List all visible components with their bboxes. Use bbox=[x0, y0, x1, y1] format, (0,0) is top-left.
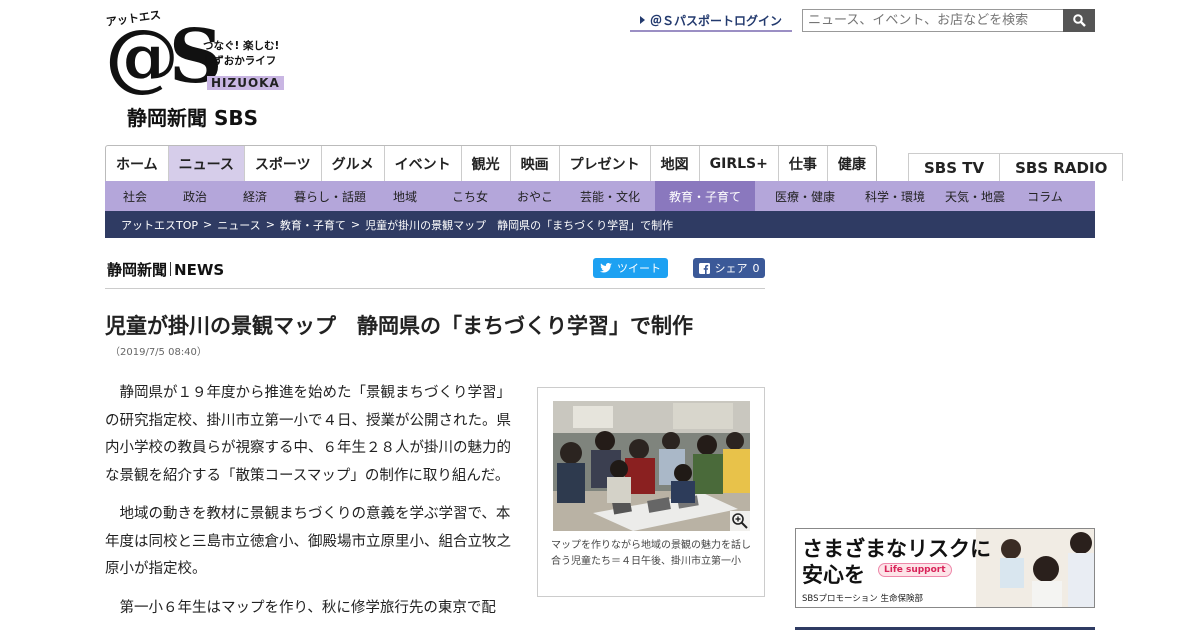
nav-tab[interactable]: ニュース bbox=[168, 146, 245, 181]
article-title: 児童が掛川の景観マップ 静岡県の「まちづくり学習」で制作 bbox=[105, 314, 693, 338]
subnav-item[interactable]: 地域 bbox=[375, 181, 435, 211]
logo-tagline: つなぐ! 楽しむ! しずおかライフ bbox=[203, 40, 280, 67]
nav-tab[interactable]: グルメ bbox=[322, 146, 385, 181]
zoom-in-icon[interactable] bbox=[730, 511, 750, 531]
insurance-ad-banner[interactable]: さまざまなリスクに 安心を Life support SBSプロモーション 生命… bbox=[795, 528, 1095, 608]
subnav-item[interactable]: 科学・環境 bbox=[855, 181, 935, 211]
breadcrumb-item[interactable]: 教育・子育て bbox=[280, 217, 346, 233]
search-icon bbox=[1072, 14, 1086, 27]
twitter-icon bbox=[600, 263, 612, 273]
breadcrumb: アットエスTOP > ニュース > 教育・子育て > 児童が掛川の景観マップ 静岡県の「まち… bbox=[105, 211, 1095, 238]
sub-nav: 社会 政治 経済 暮らし・話題 地域 こち女 おやこ 芸能・文化 教育・子育て 医療・健康 科学・環… bbox=[105, 181, 1095, 211]
main-nav: ホーム ニュース スポーツ グルメ イベント 観光 映画 プレゼント 地図 GIRLS+ 仕事 健康 bbox=[105, 145, 877, 181]
site-logo[interactable]: アットエス @S つなぐ! 楽しむ! しずおかライフ HIZUOKA 静岡新聞 … bbox=[105, 8, 295, 130]
share-count: 0 bbox=[752, 261, 760, 275]
source-logo: 静岡新聞 NEWS bbox=[107, 261, 225, 279]
nav-tab[interactable]: プレゼント bbox=[560, 146, 651, 181]
brand-tabs: SBS TV SBS RADIO bbox=[908, 153, 1124, 181]
breadcrumb-item[interactable]: ニュース bbox=[217, 217, 260, 233]
nav-tab[interactable]: GIRLS+ bbox=[700, 146, 779, 181]
nav-tab[interactable]: ホーム bbox=[106, 146, 169, 181]
subnav-item[interactable]: 医療・健康 bbox=[755, 181, 855, 211]
nav-tab[interactable]: スポーツ bbox=[245, 146, 322, 181]
share-label: シェア bbox=[714, 262, 748, 275]
subnav-item[interactable]: 経済 bbox=[225, 181, 285, 211]
subnav-item[interactable]: 天気・地震 bbox=[935, 181, 1015, 211]
tweet-label: ツイート bbox=[617, 262, 661, 275]
search-button[interactable] bbox=[1063, 9, 1095, 32]
arrow-right-icon bbox=[639, 16, 645, 24]
nav-tab[interactable]: 仕事 bbox=[779, 146, 828, 181]
tab-sbs-radio[interactable]: SBS RADIO bbox=[999, 153, 1124, 181]
subnav-item[interactable]: 教育・子育て bbox=[655, 181, 755, 211]
nav-tab[interactable]: 健康 bbox=[828, 146, 876, 181]
paragraph: 地域の動きを教材に景観まちづくりの意義を学ぶ学習で、本年度は同校と三島市立徳倉小… bbox=[105, 506, 511, 577]
paragraph: 静岡県が１９年度から推進を始めた「景観まちづくり学習」の研究指定校、掛川市立第一… bbox=[105, 385, 511, 484]
breadcrumb-separator: > bbox=[203, 218, 213, 231]
tab-sbs-tv[interactable]: SBS TV bbox=[908, 153, 1000, 181]
breadcrumb-separator: > bbox=[350, 218, 361, 231]
subnav-item[interactable]: 暮らし・話題 bbox=[285, 181, 375, 211]
nav-tab[interactable]: 観光 bbox=[462, 146, 511, 181]
passport-login-link[interactable]: ＠Ｓパスポートログイン bbox=[630, 10, 792, 32]
article-photo-figure: マップを作りながら地域の景観の魅力を話し合う児童たち＝４日午後、掛川市立第一小 bbox=[537, 387, 765, 597]
nav-tab[interactable]: 映画 bbox=[511, 146, 560, 181]
login-label: ＠Ｓパスポートログイン bbox=[649, 13, 782, 28]
article-date: （2019/7/5 08:40） bbox=[110, 347, 207, 358]
logo-shizuoka: HIZUOKA bbox=[207, 76, 284, 90]
nav-tab[interactable]: イベント bbox=[385, 146, 462, 181]
breadcrumb-separator: > bbox=[265, 218, 275, 231]
search-input[interactable] bbox=[802, 9, 1064, 32]
logo-paper-name: 静岡新聞 SBS bbox=[127, 106, 259, 130]
breadcrumb-item: 児童が掛川の景観マップ 静岡県の「まちづくり学習」で制作 bbox=[365, 218, 674, 232]
nav-tab[interactable]: 地図 bbox=[651, 146, 700, 181]
logo-mark: @S bbox=[105, 14, 222, 100]
ad-footer: SBSプロモーション 生命保険部 bbox=[802, 594, 924, 604]
facebook-share-button[interactable]: シェア 0 bbox=[693, 258, 765, 278]
classroom-photo-image bbox=[553, 401, 750, 531]
subnav-item[interactable]: 政治 bbox=[165, 181, 225, 211]
article-body: 静岡県が１９年度から推進を始めた「景観まちづくり学習」の研究指定校、掛川市立第一… bbox=[105, 380, 515, 630]
ad-badge: Life support bbox=[878, 563, 952, 577]
photo-caption: マップを作りながら地域の景観の魅力を話し合う児童たち＝４日午後、掛川市立第一小 bbox=[551, 540, 751, 567]
article-source-bar: 静岡新聞 NEWS ツイート シェア 0 bbox=[105, 255, 765, 289]
subnav-item[interactable]: 社会 bbox=[105, 181, 165, 211]
paragraph: 第一小６年生はマップを作り、秋に修学旅行先の東京で配 bbox=[119, 599, 496, 616]
ad-headline-2: 安心を bbox=[802, 563, 865, 587]
tweet-button[interactable]: ツイート bbox=[593, 258, 668, 278]
facebook-icon bbox=[698, 262, 710, 274]
subnav-item[interactable]: 芸能・文化 bbox=[565, 181, 655, 211]
article-photo[interactable] bbox=[553, 401, 750, 531]
subnav-item[interactable]: おやこ bbox=[505, 181, 565, 211]
subnav-item[interactable]: コラム bbox=[1015, 181, 1075, 211]
breadcrumb-item[interactable]: アットエスTOP bbox=[121, 217, 198, 233]
subnav-item[interactable]: こち女 bbox=[435, 181, 505, 211]
